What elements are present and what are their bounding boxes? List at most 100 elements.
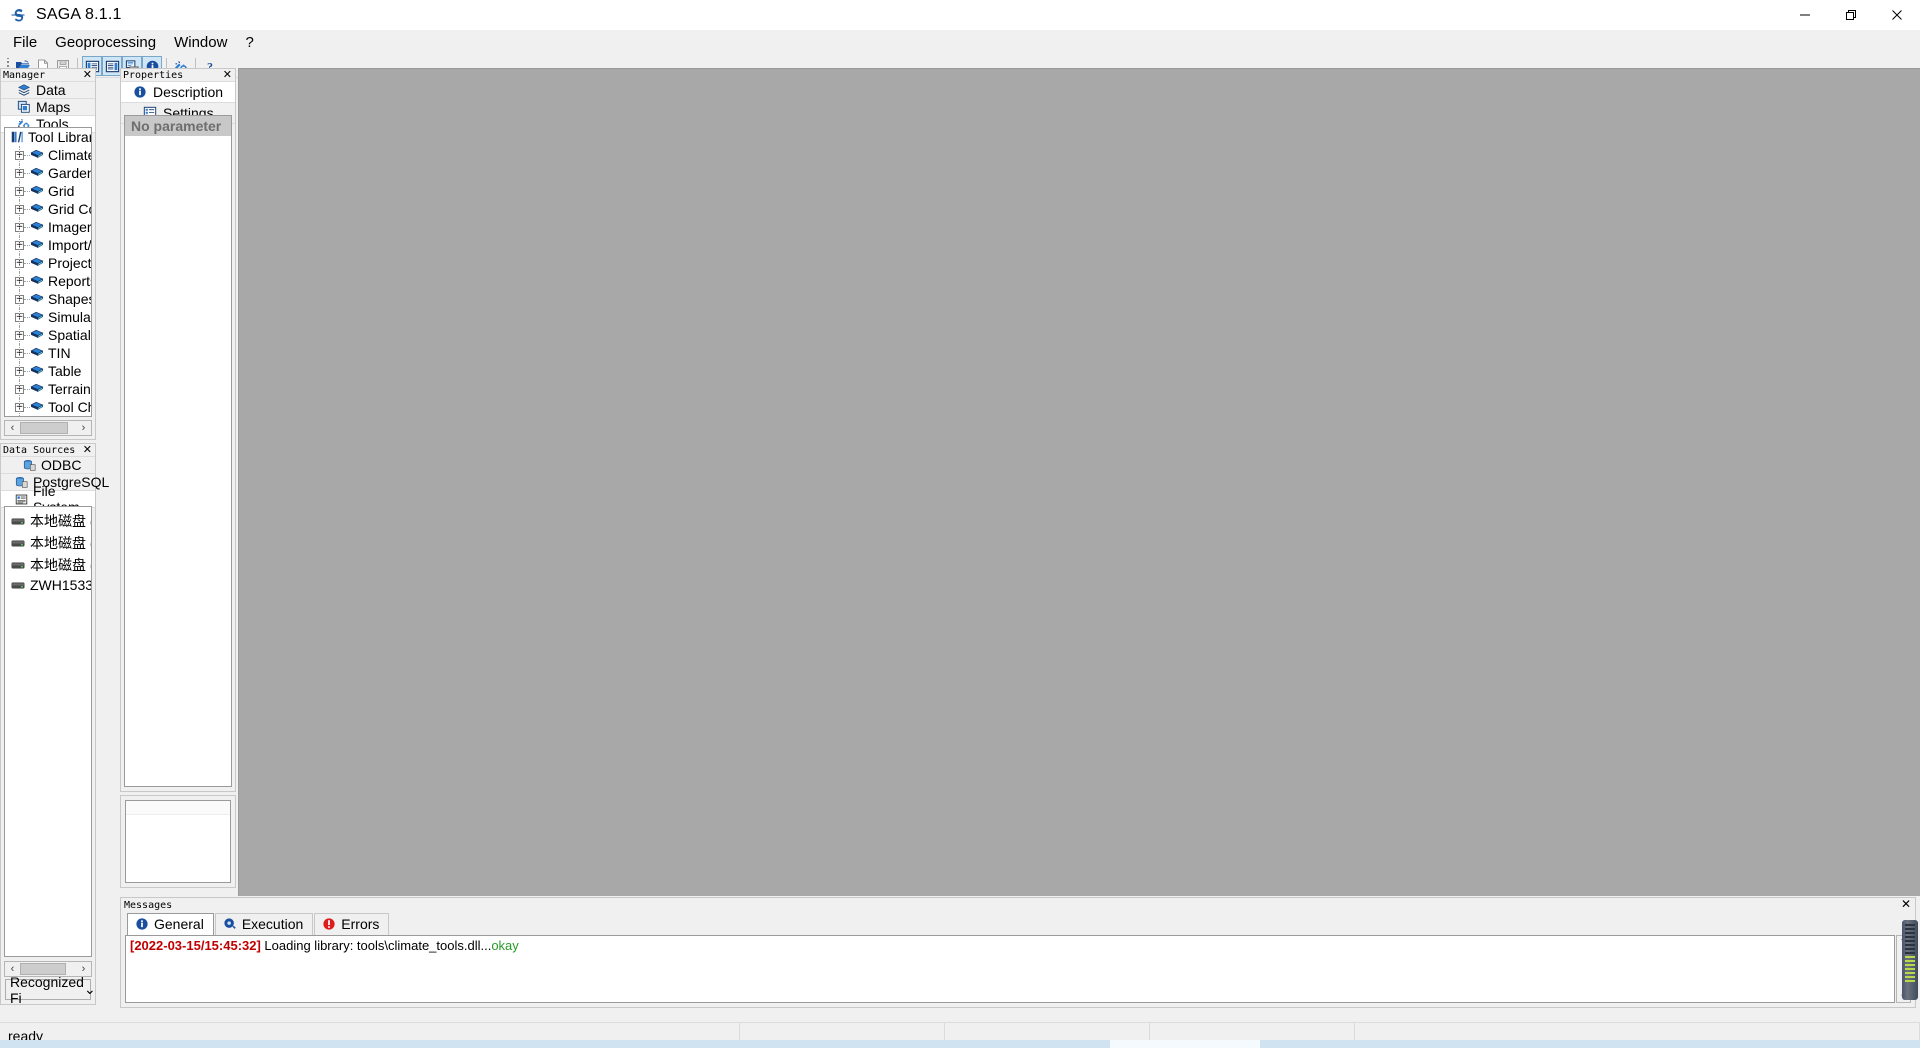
tree-node-grid-colle[interactable]: +Grid Colle — [5, 200, 91, 218]
library-book-icon — [30, 292, 44, 306]
messages-tab-errors[interactable]: Errors — [314, 913, 390, 935]
tree-node-terrain-an[interactable]: +Terrain An — [5, 380, 91, 398]
tree-guide-line — [19, 236, 20, 254]
database-icon — [23, 459, 36, 472]
library-book-icon — [30, 238, 44, 252]
tree-guide-line — [19, 218, 20, 236]
messages-log-area[interactable]: [2022-03-15/15:45:32] Loading library: t… — [125, 935, 1895, 1003]
library-book-icon — [30, 400, 44, 414]
menu-help[interactable]: ? — [236, 31, 262, 54]
tree-node-table[interactable]: + Table — [5, 362, 91, 380]
restore-button[interactable] — [1828, 0, 1874, 30]
drive-icon — [11, 538, 25, 549]
messages-caption-bar: Messages ✕ — [121, 897, 1915, 912]
tree-node-simulation[interactable]: +Simulation — [5, 308, 91, 326]
close-button[interactable] — [1874, 0, 1920, 30]
tree-node-label: Import/Ex — [48, 237, 92, 253]
tree-node-label: Shapes — [48, 291, 92, 307]
data-source-item[interactable]: 本地磁盘 (D:) — [5, 532, 91, 554]
file-filter-value: Recognized Fi — [10, 973, 84, 1006]
messages-close-icon[interactable]: ✕ — [1901, 897, 1911, 911]
tree-guide-line — [19, 416, 20, 417]
data-sources-close-icon[interactable]: ✕ — [83, 444, 92, 457]
data-source-item-label: 本地磁盘 (C:) — [30, 513, 91, 529]
window-controls — [1782, 0, 1920, 30]
maps-icon — [17, 100, 31, 114]
library-book-icon — [30, 184, 44, 198]
messages-tab-errors-label: Errors — [341, 916, 380, 932]
minimize-button[interactable] — [1782, 0, 1828, 30]
tree-guide-line — [19, 308, 20, 326]
properties-caption-bar: Properties ✕ — [121, 69, 235, 82]
tree-node-projection[interactable]: +Projection — [5, 254, 91, 272]
tree-node-label: Imagery — [48, 219, 92, 235]
tree-node-tool-chain[interactable]: +Tool Chain — [5, 398, 91, 416]
tree-node-import-ex[interactable]: +Import/Ex — [5, 236, 91, 254]
data-sources-panel: Data Sources ✕ ODBC PostgreSQL File 本地磁盘… — [0, 443, 109, 1006]
manager-tab-maps-label: Maps — [36, 99, 71, 115]
taskbar-strip — [0, 1040, 1920, 1048]
tree-node-shapes[interactable]: + Shapes — [5, 290, 91, 308]
tree-guide-line — [19, 398, 20, 416]
data-sources-file-list[interactable]: 本地磁盘 (C:) 本地磁盘 (D:) 本地磁盘 (E:) ZWH1533336 — [4, 506, 92, 957]
tree-node-tin[interactable]: + TIN — [5, 344, 91, 362]
data-source-item-label: 本地磁盘 (E:) — [30, 557, 91, 573]
properties-content-area[interactable]: No parameter — [124, 115, 232, 787]
tree-guide-line — [19, 290, 20, 308]
saga-logo-icon — [9, 6, 27, 24]
data-sources-tab-odbc[interactable]: ODBC — [1, 457, 95, 474]
tree-root-tool-libraries[interactable]: Tool Libraries — [5, 128, 91, 146]
tree-node-reports[interactable]: +Reports — [5, 272, 91, 290]
manager-tab-list: Data Maps Tools — [1, 82, 95, 133]
properties-secondary-header — [126, 801, 230, 815]
properties-close-icon[interactable]: ✕ — [223, 69, 232, 82]
manager-close-icon[interactable]: ✕ — [83, 69, 92, 82]
tree-node-label: Grid — [48, 183, 75, 199]
tree-node-imagery[interactable]: +Imagery — [5, 218, 91, 236]
messages-tab-execution[interactable]: Execution — [214, 913, 314, 935]
scroll-left-icon[interactable]: ‹ — [5, 422, 20, 434]
properties-tab-description-label: Description — [153, 84, 224, 100]
messages-tab-list: General Execution Errors — [121, 912, 1915, 935]
chevron-down-icon[interactable]: ⌄ — [84, 981, 96, 998]
library-book-icon — [30, 220, 44, 234]
menu-file[interactable]: File — [4, 31, 46, 54]
library-book-icon — [30, 202, 44, 216]
library-book-icon — [30, 346, 44, 360]
properties-caption-label: Properties — [123, 69, 184, 81]
map-workspace-area[interactable] — [238, 68, 1920, 896]
manager-caption-bar: Manager ✕ — [1, 69, 95, 82]
data-source-item[interactable]: ZWH1533336 — [5, 576, 91, 594]
menu-window[interactable]: Window — [165, 31, 236, 54]
manager-horizontal-scrollbar[interactable]: ‹ › — [4, 420, 92, 436]
show-properties-icon[interactable] — [102, 56, 122, 76]
tree-node-climate-an[interactable]: +Climate an — [5, 146, 91, 164]
scroll-right-icon[interactable]: › — [76, 422, 91, 434]
properties-secondary-content[interactable] — [125, 800, 231, 883]
properties-tab-description[interactable]: Description — [121, 82, 235, 103]
tree-node-container: +Climate an+Garden+Grid+Grid Colle+Image… — [5, 146, 91, 417]
data-sources-tab-list: ODBC PostgreSQL File — [1, 457, 109, 515]
manager-caption-label: Manager — [3, 69, 46, 81]
messages-tab-general[interactable]: General — [127, 913, 214, 935]
tree-node-visualizati[interactable]: +Visualizati — [5, 416, 91, 417]
tool-libraries-tree[interactable]: Tool Libraries +Climate an+Garden+Grid+G… — [4, 127, 92, 417]
data-source-item-label: 本地磁盘 (D:) — [30, 535, 91, 551]
data-source-item[interactable]: 本地磁盘 (C:) — [5, 510, 91, 532]
file-filter-dropdown[interactable]: Recognized Fi ⌄ — [5, 974, 96, 1006]
info-icon — [135, 917, 149, 931]
edge-scroll-rungs — [1905, 924, 1915, 984]
tree-node-label: Garden — [48, 165, 92, 181]
manager-tab-maps[interactable]: Maps — [1, 99, 95, 116]
edge-scroll-grip[interactable] — [1902, 920, 1918, 1000]
tree-node-garden[interactable]: + Garden — [5, 164, 91, 182]
scroll-thumb[interactable] — [20, 422, 68, 434]
data-sources-caption-bar: Data Sources ✕ — [1, 444, 95, 457]
tree-node-grid[interactable]: + Grid — [5, 182, 91, 200]
manager-tab-data[interactable]: Data — [1, 82, 95, 99]
drive-icon — [11, 560, 25, 571]
messages-tab-general-label: General — [154, 916, 204, 932]
tree-node-spatial-an[interactable]: +Spatial an — [5, 326, 91, 344]
menu-geoprocessing[interactable]: Geoprocessing — [46, 31, 165, 54]
data-source-item[interactable]: 本地磁盘 (E:) — [5, 554, 91, 576]
